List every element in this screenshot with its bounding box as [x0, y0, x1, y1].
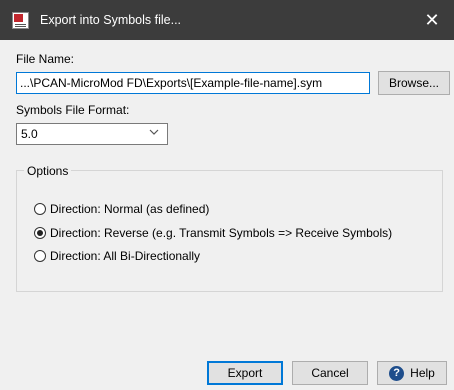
- radio-label: Direction: Normal (as defined): [50, 202, 210, 216]
- help-label: Help: [410, 366, 435, 380]
- format-select[interactable]: 5.0: [16, 123, 168, 145]
- browse-button[interactable]: Browse...: [378, 71, 450, 95]
- format-label: Symbols File Format:: [16, 103, 130, 117]
- radio-button[interactable]: [34, 203, 46, 215]
- window-title: Export into Symbols file...: [40, 13, 182, 27]
- options-legend: Options: [24, 164, 72, 178]
- cancel-button[interactable]: Cancel: [292, 361, 368, 385]
- radio-button[interactable]: [34, 227, 46, 239]
- app-icon: [12, 12, 29, 29]
- radio-button[interactable]: [34, 250, 46, 262]
- help-icon: ?: [389, 366, 405, 382]
- file-name-label: File Name:: [16, 52, 75, 66]
- radio-label: Direction: Reverse (e.g. Transmit Symbol…: [50, 226, 393, 240]
- export-button[interactable]: Export: [207, 361, 283, 385]
- format-selected-value: 5.0: [21, 127, 38, 141]
- file-name-input[interactable]: ...\PCAN-MicroMod FD\Exports\[Example-fi…: [16, 72, 370, 94]
- title-bar: Export into Symbols file... ✕: [0, 0, 454, 40]
- close-icon[interactable]: ✕: [410, 0, 454, 40]
- help-button[interactable]: ? Help: [377, 361, 447, 385]
- chevron-down-icon: [149, 127, 159, 139]
- radio-label: Direction: All Bi-Directionally: [50, 249, 201, 263]
